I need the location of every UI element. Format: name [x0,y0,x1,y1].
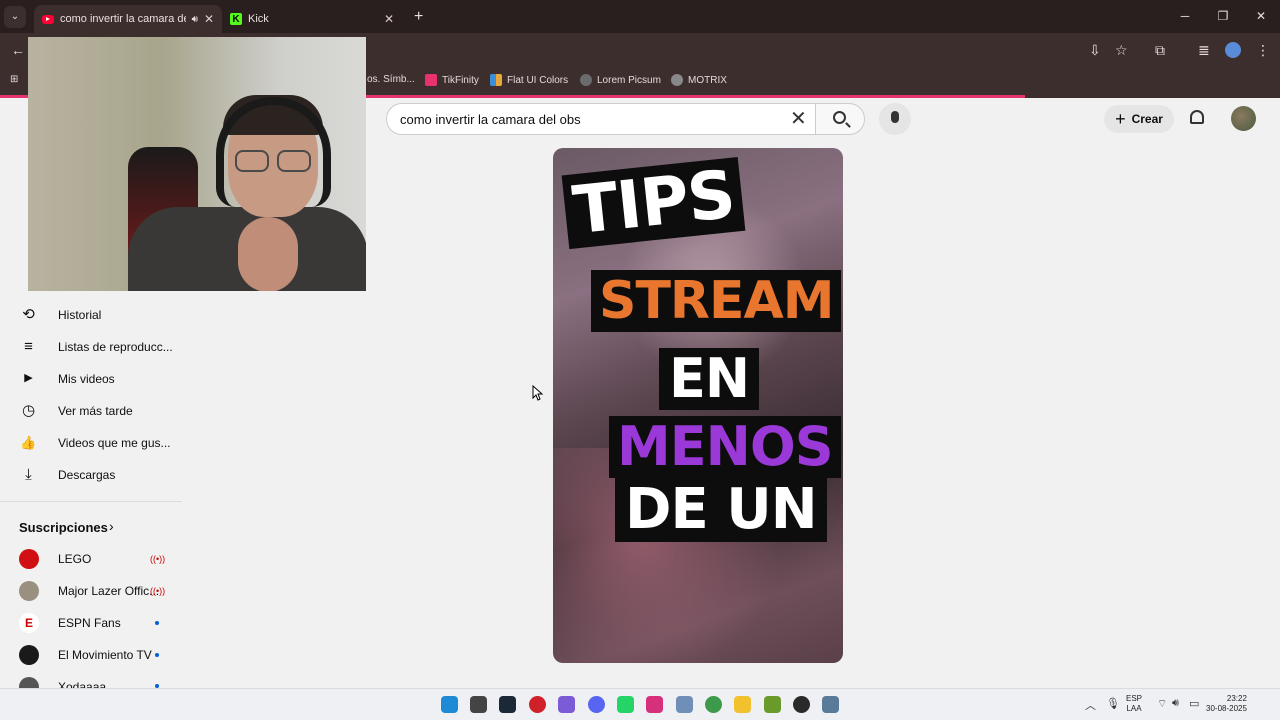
account-avatar[interactable] [1231,106,1256,131]
flatui-icon [490,74,502,86]
tikfinity-icon [425,74,437,86]
battery-icon[interactable]: ▭ [1189,697,1199,710]
plus-icon: + [1115,108,1126,129]
history-icon: ⟲ [22,306,35,323]
avatar [19,549,39,569]
avatar [19,677,39,688]
obs-icon[interactable] [793,696,810,713]
app-green-icon[interactable] [764,696,781,713]
steam-icon[interactable] [499,696,516,713]
bookmark-item[interactable]: Lorem Picsum [580,74,661,86]
caption-text: EN [659,348,760,410]
bookmark-item[interactable]: MOTRIX [671,74,727,86]
instagram-icon[interactable] [646,696,663,713]
bookmark-item[interactable]: Flat UI Colors [490,74,568,86]
bookmark-item[interactable]: TikFinity [425,74,479,86]
record-app-icon[interactable] [529,696,546,713]
bookmark-star-icon[interactable]: ☆ [1115,42,1128,59]
sidebar-subscription[interactable]: El Movimiento TV [58,648,152,662]
caption-text: DE UN [615,478,827,542]
apps-grid-icon[interactable]: ⊞ [10,74,18,85]
search-input[interactable]: como invertir la camara del obs [386,103,816,135]
create-button[interactable]: + Crear [1104,105,1174,133]
webcam-overlay [28,37,366,291]
wifi-icon[interactable]: ⌔ [1157,697,1167,711]
download-icon: ⤓ [25,466,32,483]
caption-text: MENOS [609,416,841,478]
sidebar-item-playlists[interactable]: Listas de reproducc... [58,340,173,354]
clear-search-icon[interactable]: ✕ [790,106,807,131]
close-window-icon[interactable]: ✕ [1242,0,1280,33]
install-app-icon[interactable]: ⇩ [1089,42,1101,59]
discord-icon[interactable] [588,696,605,713]
language-indicator[interactable]: ESP LAA [1126,694,1142,714]
sidebar-item-watch-later[interactable]: Ver más tarde [58,404,133,418]
avatar: E [19,613,39,633]
speaker-icon[interactable]: 🔊︎ [192,14,198,25]
sidebar-item-my-videos[interactable]: Mis videos [58,372,115,386]
close-tab-icon[interactable]: ✕ [204,12,214,26]
notifications-bell-icon[interactable] [1190,110,1204,124]
new-content-dot [155,621,159,625]
browser-tabstrip: ⌄ como invertir la camara del obs 🔊︎ ✕ K… [0,0,1280,33]
mic-tray-icon[interactable]: 🎙︎ [1106,697,1120,710]
watch-later-icon: ◷ [21,402,36,419]
new-tab-button[interactable]: + [414,8,423,26]
tab-kick[interactable]: K Kick ✕ [222,5,402,33]
photos-icon[interactable] [676,696,693,713]
explorer-icon[interactable] [734,696,751,713]
sidebar-subscription[interactable]: Xodaaaa [58,680,106,688]
bookmark-item[interactable]: os. Símb... [367,74,415,85]
mic-icon [891,111,899,123]
caption-text: STREAM [591,270,842,332]
settings-icon[interactable] [822,696,839,713]
media-control-icon[interactable]: ≣ [1198,42,1210,59]
sidebar-subscription[interactable]: LEGO [58,552,91,566]
avatar [19,581,39,601]
motrix-icon [671,74,683,86]
picsum-icon [580,74,592,86]
live-icon: ((•)) [150,586,166,596]
back-icon[interactable]: ← [11,42,25,58]
tab-youtube[interactable]: como invertir la camara del obs 🔊︎ ✕ [34,5,222,33]
sidebar-item-liked[interactable]: Videos que me gus... [58,436,171,450]
sidebar-divider [0,501,182,502]
whatsapp-icon[interactable] [617,696,634,713]
sidebar-subscription[interactable]: Major Lazer Offic... [58,584,159,598]
atom-app-icon[interactable] [558,696,575,713]
sidebar-item-downloads[interactable]: Descargas [58,468,115,482]
tab-search-button[interactable]: ⌄ [4,5,26,28]
like-icon: 👍 [20,435,37,450]
short-video-player[interactable]: TIPS STREAM EN MENOS DE UN [553,148,843,663]
profile-avatar[interactable] [1225,42,1241,58]
file-app-icon[interactable] [470,696,487,713]
menu-icon[interactable]: ⋮ [1256,42,1270,59]
tab-title: Kick [248,13,269,25]
playlist-icon: ≡ [24,338,33,355]
restore-icon[interactable]: ❐ [1204,0,1242,33]
chrome-icon[interactable] [705,696,722,713]
mouse-cursor-icon [532,385,544,401]
search-icon [833,111,846,124]
avatar [19,645,39,665]
close-tab-icon[interactable]: ✕ [384,12,394,26]
tray-chevron-up-icon[interactable]: ︿ [1085,697,1096,713]
tab-title: como invertir la camara del obs [60,13,186,25]
minimize-icon[interactable]: ─ [1166,0,1204,33]
kick-favicon-icon: K [230,13,242,25]
sidebar-item-historial[interactable]: Historial [58,308,101,322]
volume-icon[interactable]: 🔊︎ [1172,697,1179,710]
sidebar-subscription[interactable]: ESPN Fans [58,616,121,630]
clock[interactable]: 23:22 30-08-2025 [1206,694,1247,714]
my-videos-icon: ▶ [24,372,33,384]
new-content-dot [155,653,159,657]
youtube-favicon-icon [42,14,54,24]
live-icon: ((•)) [150,554,166,564]
extensions-icon[interactable]: ⧉ [1155,42,1165,59]
window-controls: ─ ❐ ✕ [1166,0,1280,33]
subscriptions-heading[interactable]: Suscripciones [19,520,108,535]
windows-start-icon[interactable] [441,696,458,713]
chevron-right-icon[interactable]: › [109,518,114,534]
